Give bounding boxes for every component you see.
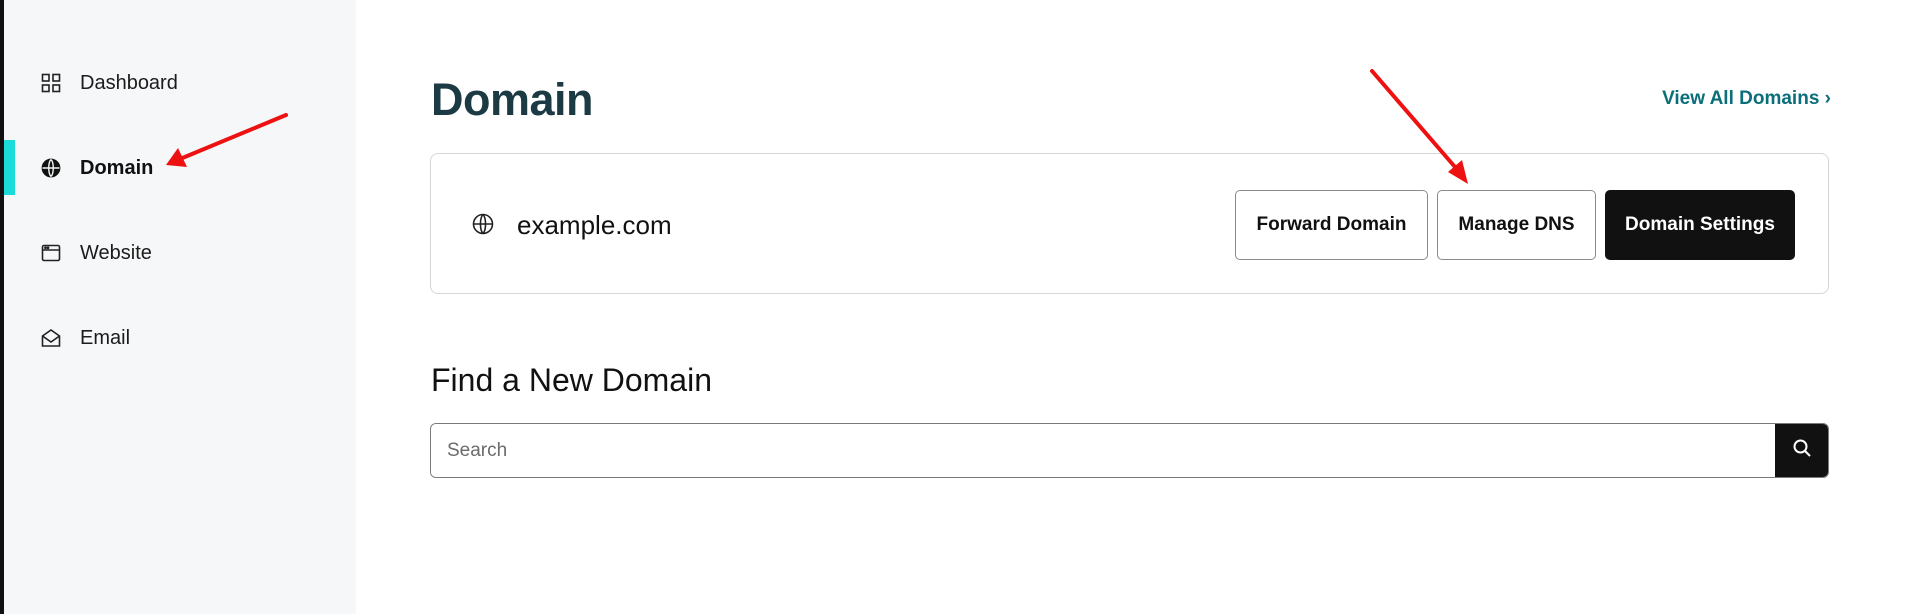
globe-icon xyxy=(41,158,61,178)
view-all-domains-link[interactable]: View All Domains › xyxy=(1662,88,1831,110)
search-input[interactable] xyxy=(431,424,1776,477)
domain-name: example.com xyxy=(517,210,672,240)
find-domain-heading: Find a New Domain xyxy=(431,362,712,398)
sidebar-item-label: Dashboard xyxy=(80,71,178,94)
sidebar-item-label: Website xyxy=(80,241,152,264)
page-title: Domain xyxy=(431,74,594,125)
sidebar-item-label: Domain xyxy=(80,156,154,179)
envelope-icon xyxy=(41,328,61,348)
grid-icon xyxy=(41,73,61,93)
globe-icon xyxy=(472,213,494,235)
search-icon xyxy=(1792,438,1812,463)
active-indicator xyxy=(4,140,15,195)
browser-window-icon xyxy=(41,243,61,263)
sidebar: Dashboard Domain Website Email xyxy=(4,0,356,614)
sidebar-item-email[interactable]: Email xyxy=(4,310,356,366)
search-button[interactable] xyxy=(1775,424,1828,477)
sidebar-item-website[interactable]: Website xyxy=(4,225,356,281)
domain-card: example.com Forward Domain Manage DNS Do… xyxy=(430,153,1829,294)
sidebar-item-label: Email xyxy=(80,326,131,349)
domain-search-bar xyxy=(430,423,1829,478)
forward-domain-button[interactable]: Forward Domain xyxy=(1235,190,1428,260)
manage-dns-button[interactable]: Manage DNS xyxy=(1437,190,1596,260)
sidebar-item-domain[interactable]: Domain xyxy=(4,140,356,196)
sidebar-item-dashboard[interactable]: Dashboard xyxy=(4,55,356,111)
domain-settings-button[interactable]: Domain Settings xyxy=(1605,190,1795,260)
